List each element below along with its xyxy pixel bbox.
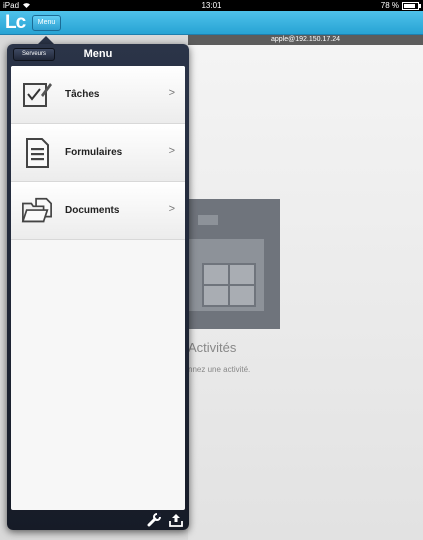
app-bar: Lc Menu xyxy=(0,11,423,35)
menu-button[interactable]: Menu xyxy=(32,15,61,31)
upload-icon[interactable] xyxy=(169,513,183,527)
main-subtitle: nnez une activité. xyxy=(188,365,251,374)
menu-popover: Menu Serveurs Tâches > Formulaires > Doc… xyxy=(7,44,189,530)
menu-item-label: Tâches xyxy=(65,89,100,100)
popover-footer xyxy=(7,510,189,530)
server-address: apple@192.150.17.24 xyxy=(188,35,423,45)
battery-percent: 78 % xyxy=(380,1,399,10)
status-time: 13:01 xyxy=(201,1,222,10)
chevron-right-icon: > xyxy=(168,87,175,99)
popover-arrow xyxy=(38,36,54,44)
menu-item-documents[interactable]: Documents > xyxy=(11,182,185,240)
menu-item-formulaires[interactable]: Formulaires > xyxy=(11,124,185,182)
menu-list: Tâches > Formulaires > Documents > xyxy=(11,66,185,510)
activities-icon xyxy=(174,199,280,329)
documents-icon xyxy=(21,195,53,227)
menu-item-label: Documents xyxy=(65,205,120,216)
menu-item-taches[interactable]: Tâches > xyxy=(11,66,185,124)
servers-button[interactable]: Serveurs xyxy=(13,48,55,61)
chevron-right-icon: > xyxy=(168,203,175,215)
main-content: Activités nnez une activité. xyxy=(174,45,423,540)
status-bar: iPad 13:01 78 % xyxy=(0,0,423,11)
chevron-right-icon: > xyxy=(168,145,175,157)
menu-item-label: Formulaires xyxy=(65,147,123,158)
wrench-icon[interactable] xyxy=(147,513,161,527)
tasks-icon xyxy=(21,79,53,111)
battery-icon xyxy=(402,2,421,10)
forms-icon xyxy=(21,137,53,169)
app-logo: Lc xyxy=(5,12,26,33)
main-title: Activités xyxy=(188,340,237,355)
